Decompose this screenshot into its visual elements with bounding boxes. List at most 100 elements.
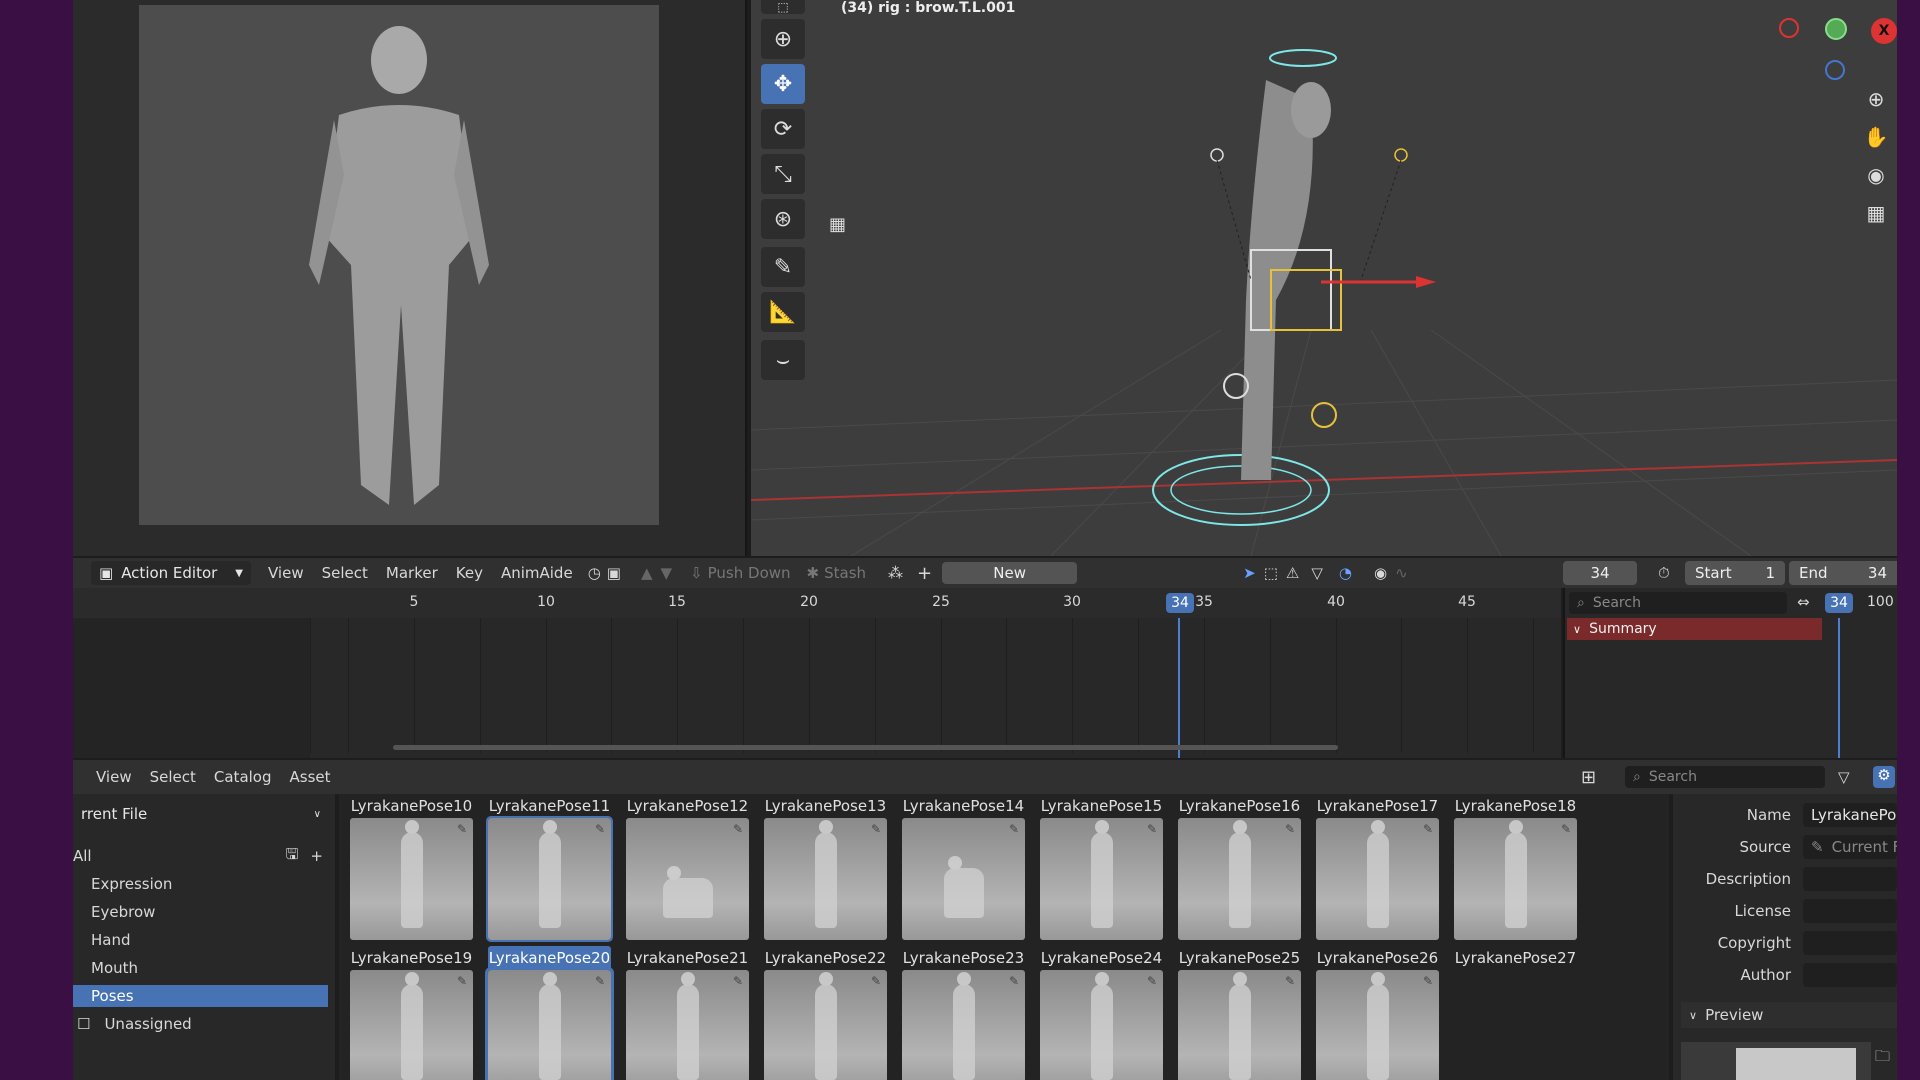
folder-icon[interactable]: 🗀 bbox=[1875, 1046, 1890, 1071]
menu-view[interactable]: View bbox=[259, 564, 313, 582]
catalog-hand[interactable]: Hand bbox=[73, 926, 335, 954]
asset-tile[interactable]: LyrakanePose26 ✎ bbox=[1316, 946, 1439, 1080]
pan-hand-icon[interactable]: ✋ bbox=[1859, 120, 1893, 154]
curve-tool[interactable]: ⌣ bbox=[761, 340, 805, 380]
warning-icon[interactable]: ⚠ bbox=[1286, 564, 1299, 582]
catalog-poses[interactable]: Poses bbox=[73, 985, 328, 1007]
asset-tile[interactable]: LyrakanePose23 ✎ bbox=[902, 946, 1025, 1080]
proportional-icon[interactable]: ◔ bbox=[1339, 564, 1352, 582]
license-field[interactable] bbox=[1803, 899, 1897, 923]
zoom-icon[interactable]: ⊕ bbox=[1859, 82, 1893, 116]
asset-tile[interactable]: LyrakanePose19 ✎ bbox=[350, 946, 473, 1080]
ab-menu-asset[interactable]: Asset bbox=[281, 768, 340, 786]
push-down-button[interactable]: ⇩ Push Down bbox=[682, 564, 798, 582]
ab-menu-view[interactable]: View bbox=[87, 768, 141, 786]
transform-tool[interactable]: ⊛ bbox=[761, 199, 805, 239]
nav-up-icon[interactable]: ▲ bbox=[641, 564, 653, 582]
asset-tile[interactable]: LyrakanePose13 ✎ bbox=[764, 794, 887, 944]
stopwatch-icon[interactable]: ⏱ bbox=[1658, 564, 1670, 582]
overlay-toggle-icon[interactable]: ▦ bbox=[829, 214, 855, 240]
asset-tile[interactable]: LyrakanePose17 ✎ bbox=[1316, 794, 1439, 944]
description-field[interactable] bbox=[1803, 867, 1897, 891]
neg-x-axis-gizmo[interactable] bbox=[1779, 18, 1799, 38]
z-axis-gizmo[interactable] bbox=[1825, 60, 1845, 80]
playhead-frame-badge[interactable]: 34 bbox=[1166, 593, 1194, 613]
catalog-eyebrow[interactable]: Eyebrow bbox=[73, 898, 335, 926]
filter-icon[interactable]: ▽ bbox=[1311, 564, 1323, 582]
start-frame-field[interactable]: Start 1 bbox=[1685, 561, 1785, 585]
asset-tile[interactable]: LyrakanePose12 ✎ bbox=[626, 794, 749, 944]
catalog-mouth[interactable]: Mouth bbox=[73, 954, 335, 982]
horizontal-scrollbar[interactable] bbox=[393, 745, 1338, 750]
measure-tool[interactable]: 📐 bbox=[761, 292, 805, 332]
new-action-button[interactable]: New bbox=[942, 562, 1078, 584]
editor-mode-dropdown[interactable]: ▣ Action Editor ▼ bbox=[91, 561, 251, 585]
select-box-tool[interactable]: ⬚ bbox=[761, 0, 805, 14]
summary-channel[interactable]: ∨ Summary bbox=[1567, 618, 1822, 640]
menu-marker[interactable]: Marker bbox=[377, 564, 447, 582]
3d-viewport[interactable]: (34) rig : brow.T.L.001 ⬚ ⊕ ✥ ⟳ ⤡ ⊛ ✎ 📐 … bbox=[751, 0, 1897, 556]
asset-tile-selected[interactable]: LyrakanePose20 ✎ bbox=[485, 946, 614, 1080]
catalog-unassigned[interactable]: ☐ Unassigned bbox=[73, 1010, 335, 1038]
stash-button[interactable]: ✱ Stash bbox=[799, 564, 875, 582]
end-frame-field[interactable]: End 34 bbox=[1789, 561, 1897, 585]
action-browse-icon[interactable]: ⁂ bbox=[888, 564, 903, 582]
start-value: 1 bbox=[1765, 564, 1775, 582]
menu-key[interactable]: Key bbox=[447, 564, 492, 582]
filter-icon[interactable]: ▽ bbox=[1838, 768, 1850, 786]
menu-select[interactable]: Select bbox=[313, 564, 377, 582]
snap-icon[interactable]: ▣ bbox=[607, 564, 621, 582]
asset-tile[interactable]: LyrakanePose24 ✎ bbox=[1040, 946, 1163, 1080]
cursor-tool[interactable]: ⊕ bbox=[761, 19, 805, 59]
tick-label: 5 bbox=[409, 594, 419, 610]
library-dropdown[interactable]: rrent File ∨ bbox=[73, 802, 329, 826]
ab-menu-select[interactable]: Select bbox=[141, 768, 205, 786]
scale-tool[interactable]: ⤡ bbox=[761, 154, 805, 194]
nav-down-icon[interactable]: ▼ bbox=[661, 564, 673, 582]
box-select-icon[interactable]: ⬚ bbox=[1264, 564, 1278, 582]
catalog-all[interactable]: All 🖫 + bbox=[73, 842, 335, 870]
channel-search-input[interactable]: ⌕ Search bbox=[1569, 592, 1787, 614]
right-playhead-badge[interactable]: 34 bbox=[1825, 593, 1853, 613]
asset-tile[interactable]: LyrakanePose25 ✎ bbox=[1178, 946, 1301, 1080]
move-tool[interactable]: ✥ bbox=[761, 64, 805, 104]
asset-tile[interactable]: LyrakanePose10 ✎ bbox=[350, 794, 473, 944]
current-frame-field[interactable]: 34 bbox=[1563, 561, 1637, 585]
name-field[interactable]: LyrakanePose20 bbox=[1803, 803, 1897, 827]
grid-view-icon[interactable]: ▦ bbox=[1859, 196, 1893, 230]
asset-tile[interactable]: LyrakanePose11 ✎ bbox=[486, 794, 613, 944]
catalog-expression[interactable]: Expression bbox=[73, 870, 335, 898]
author-field[interactable] bbox=[1803, 963, 1897, 987]
ab-menu-catalog[interactable]: Catalog bbox=[205, 768, 281, 786]
camera-icon[interactable]: ◉ bbox=[1859, 158, 1893, 192]
select-mode-icon[interactable]: ➤ bbox=[1243, 564, 1256, 582]
asset-tile[interactable]: LyrakanePose14 ✎ bbox=[902, 794, 1025, 944]
add-catalog-icon[interactable]: + bbox=[310, 847, 323, 865]
asset-tile[interactable]: LyrakanePose15 ✎ bbox=[1040, 794, 1163, 944]
x-axis-gizmo[interactable]: X bbox=[1871, 18, 1897, 44]
curve-type-icon[interactable]: ∿ bbox=[1395, 564, 1408, 582]
menu-animaide[interactable]: AnimAide bbox=[492, 564, 582, 582]
asset-search-input[interactable]: ⌕ Search bbox=[1625, 766, 1825, 788]
copyright-field[interactable] bbox=[1803, 931, 1897, 955]
preview-section-header[interactable]: ∨ Preview bbox=[1681, 1002, 1897, 1028]
asset-tile[interactable]: LyrakanePose16 ✎ bbox=[1178, 794, 1301, 944]
pivot-icon[interactable]: ◉ bbox=[1374, 564, 1387, 582]
playhead-line[interactable] bbox=[1178, 618, 1180, 758]
sync-icon[interactable]: ◷ bbox=[588, 564, 601, 582]
asset-tile[interactable]: LyrakanePose21 ✎ bbox=[626, 946, 749, 1080]
frame-ruler[interactable]: 5 10 15 20 25 30 35 40 45 bbox=[73, 588, 1561, 618]
settings-gear-icon[interactable]: ⚙ bbox=[1873, 766, 1895, 788]
add-icon[interactable]: + bbox=[917, 563, 932, 584]
y-axis-gizmo[interactable] bbox=[1825, 18, 1847, 40]
asset-tile[interactable]: LyrakanePose18 ✎ bbox=[1454, 794, 1577, 944]
annotate-tool[interactable]: ✎ bbox=[761, 247, 805, 287]
rotate-tool[interactable]: ⟳ bbox=[761, 109, 805, 149]
dope-sheet-timeline[interactable]: 5 10 15 20 25 30 35 40 45 34 bbox=[73, 588, 1561, 758]
display-mode-icon[interactable]: ⊞ bbox=[1581, 767, 1596, 788]
save-icon[interactable]: 🖫 bbox=[286, 844, 299, 869]
swap-icon[interactable]: ⇔ bbox=[1797, 593, 1810, 611]
asset-tile[interactable]: LyrakanePose27 bbox=[1454, 946, 1577, 1080]
asset-tile[interactable]: LyrakanePose22 ✎ bbox=[764, 946, 887, 1080]
reference-image-viewer[interactable] bbox=[73, 0, 747, 556]
